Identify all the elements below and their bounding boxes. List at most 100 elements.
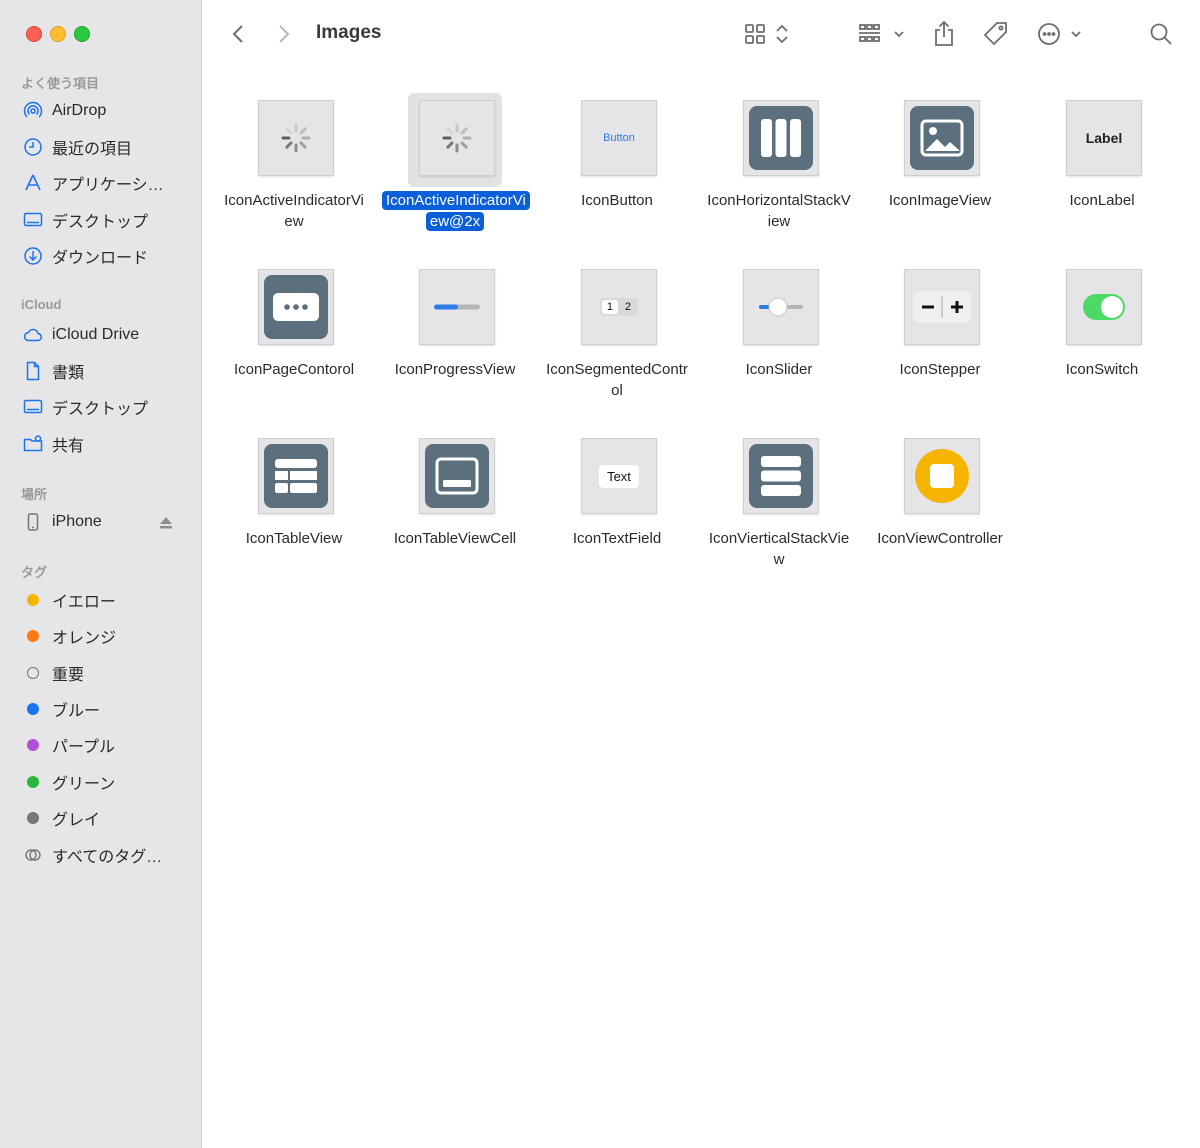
label-icon: Label	[1066, 100, 1142, 176]
vstack-icon	[743, 438, 819, 514]
sidebar-item-label: すべてのタグ…	[52, 849, 163, 866]
file-item[interactable]: IconPageContorol	[213, 259, 375, 409]
sidebar-item-desktop[interactable]: デスクトップ	[22, 207, 192, 233]
file-item[interactable]: IconTableViewCell	[374, 428, 536, 578]
share-button[interactable]	[928, 18, 960, 50]
table-icon	[258, 438, 334, 514]
file-name: IconViewController	[877, 530, 1003, 547]
download-icon	[22, 245, 44, 267]
group-button[interactable]	[856, 18, 908, 50]
zoom-button[interactable]	[74, 26, 90, 42]
window-title: Images	[316, 22, 382, 43]
progress-icon	[419, 269, 495, 345]
file-item[interactable]: IconViewController	[859, 428, 1021, 578]
finder-window: よく使う項目 AirDrop 最近の項目 アプリケーシ… デスクトップ ダウンロ…	[0, 0, 1200, 1148]
all-tags-icon	[22, 844, 44, 866]
file-item[interactable]: IconHorizontalStackView	[698, 90, 860, 240]
sidebar-item-label: ダウンロード	[52, 250, 149, 267]
file-name: IconTableViewCell	[393, 530, 517, 547]
iphone-icon	[22, 511, 44, 533]
sidebar-item-label: 書類	[52, 365, 85, 382]
file-item[interactable]: IconActiveIndicatorView	[213, 90, 375, 240]
eject-icon[interactable]	[158, 516, 174, 530]
file-item[interactable]: Label IconLabel	[1021, 90, 1183, 240]
sidebar-item-airdrop[interactable]: AirDrop	[22, 98, 192, 124]
sidebar-item-label: デスクトップ	[52, 401, 149, 418]
tag-dot-icon	[22, 589, 44, 611]
file-item[interactable]: IconSwitch	[1021, 259, 1183, 409]
tag-dot-icon	[22, 807, 44, 829]
tag-button[interactable]	[980, 18, 1012, 50]
sidebar-item-label: デスクトップ	[52, 214, 149, 231]
sidebar-tag-orange[interactable]: オレンジ	[22, 623, 192, 649]
tag-dot-icon	[22, 734, 44, 756]
sidebar-tag-purple[interactable]: パープル	[22, 732, 192, 758]
tag-icon	[983, 22, 1007, 46]
sidebar-item-label: イエロー	[52, 594, 116, 611]
sidebar-item-label: グレイ	[52, 812, 101, 829]
file-name: IconVierticalStackView	[708, 530, 850, 568]
tag-dot-icon	[22, 698, 44, 720]
sidebar-item-documents[interactable]: 書類	[22, 358, 192, 384]
file-item[interactable]: Text IconTextField	[536, 428, 698, 578]
sidebar-item-label: パープル	[52, 739, 116, 756]
forward-button[interactable]	[272, 18, 296, 50]
file-item-selected[interactable]: IconActiveIndicatorView@2x	[374, 90, 536, 240]
sidebar-item-label: 最近の項目	[52, 141, 133, 158]
sidebar-item-label: グリーン	[52, 776, 116, 793]
segmented-icon: 1 2	[581, 269, 657, 345]
file-item[interactable]: IconImageView	[859, 90, 1021, 240]
tag-dot-icon	[22, 662, 44, 684]
sidebar-item-shared[interactable]: 共有	[22, 431, 192, 457]
sidebar-tag-gray[interactable]: グレイ	[22, 805, 192, 831]
sidebar-item-label: アプリケーシ…	[52, 177, 164, 194]
file-item[interactable]: IconProgressView	[374, 259, 536, 409]
minimize-button[interactable]	[50, 26, 66, 42]
view-mode-button[interactable]	[742, 18, 794, 50]
viewcontroller-icon	[904, 438, 980, 514]
file-item[interactable]: IconSlider	[698, 259, 860, 409]
segment-2: 2	[625, 301, 632, 313]
file-name: IconStepper	[899, 361, 981, 378]
more-actions-button[interactable]	[1034, 18, 1086, 50]
file-item[interactable]: IconStepper	[859, 259, 1021, 409]
sidebar-item-applications[interactable]: アプリケーシ…	[22, 170, 192, 196]
search-button[interactable]	[1146, 18, 1176, 50]
file-name: IconActiveIndicatorView@2x	[374, 190, 536, 232]
sidebar-item-icloud-drive[interactable]: iCloud Drive	[22, 322, 192, 348]
file-item[interactable]: IconTableView	[213, 428, 375, 578]
sidebar-tag-important[interactable]: 重要	[22, 660, 192, 686]
sidebar-tag-all[interactable]: すべてのタグ…	[22, 842, 192, 868]
sidebar-item-label: AirDrop	[52, 102, 107, 119]
sidebar-item-label: 共有	[52, 438, 85, 455]
file-name: IconSwitch	[1065, 361, 1139, 378]
thumb-text: Label	[1085, 130, 1123, 146]
desktop-icon	[22, 209, 44, 231]
sidebar-item-recents[interactable]: 最近の項目	[22, 134, 192, 160]
sidebar-section-favorites: よく使う項目	[21, 76, 100, 91]
hstack-icon	[743, 100, 819, 176]
sidebar-tag-green[interactable]: グリーン	[22, 769, 192, 795]
file-name: IconActiveIndicatorView	[224, 192, 364, 230]
tag-dot-icon	[22, 625, 44, 647]
file-item[interactable]: IconVierticalStackView	[698, 428, 860, 578]
sidebar-tag-blue[interactable]: ブルー	[22, 696, 192, 722]
slider-icon	[743, 269, 819, 345]
file-item[interactable]: Button IconButton	[536, 90, 698, 240]
tag-dot-icon	[22, 771, 44, 793]
image-icon	[904, 100, 980, 176]
airdrop-icon	[22, 100, 44, 122]
sidebar-item-downloads[interactable]: ダウンロード	[22, 243, 192, 269]
sidebar-item-icloud-desktop[interactable]: デスクトップ	[22, 394, 192, 420]
sidebar-tag-yellow[interactable]: イエロー	[22, 587, 192, 613]
sidebar-section-tags: タグ	[21, 565, 48, 580]
chevron-left-icon	[232, 25, 243, 43]
back-button[interactable]	[226, 18, 250, 50]
thumb-text: Button	[603, 132, 635, 144]
group-grid-icon	[859, 24, 904, 42]
file-name: IconTextField	[572, 530, 662, 547]
button-icon: Button	[581, 100, 657, 176]
file-item[interactable]: 1 2 IconSegmentedControl	[536, 259, 698, 409]
page-control-icon	[258, 269, 334, 345]
close-button[interactable]	[26, 26, 42, 42]
